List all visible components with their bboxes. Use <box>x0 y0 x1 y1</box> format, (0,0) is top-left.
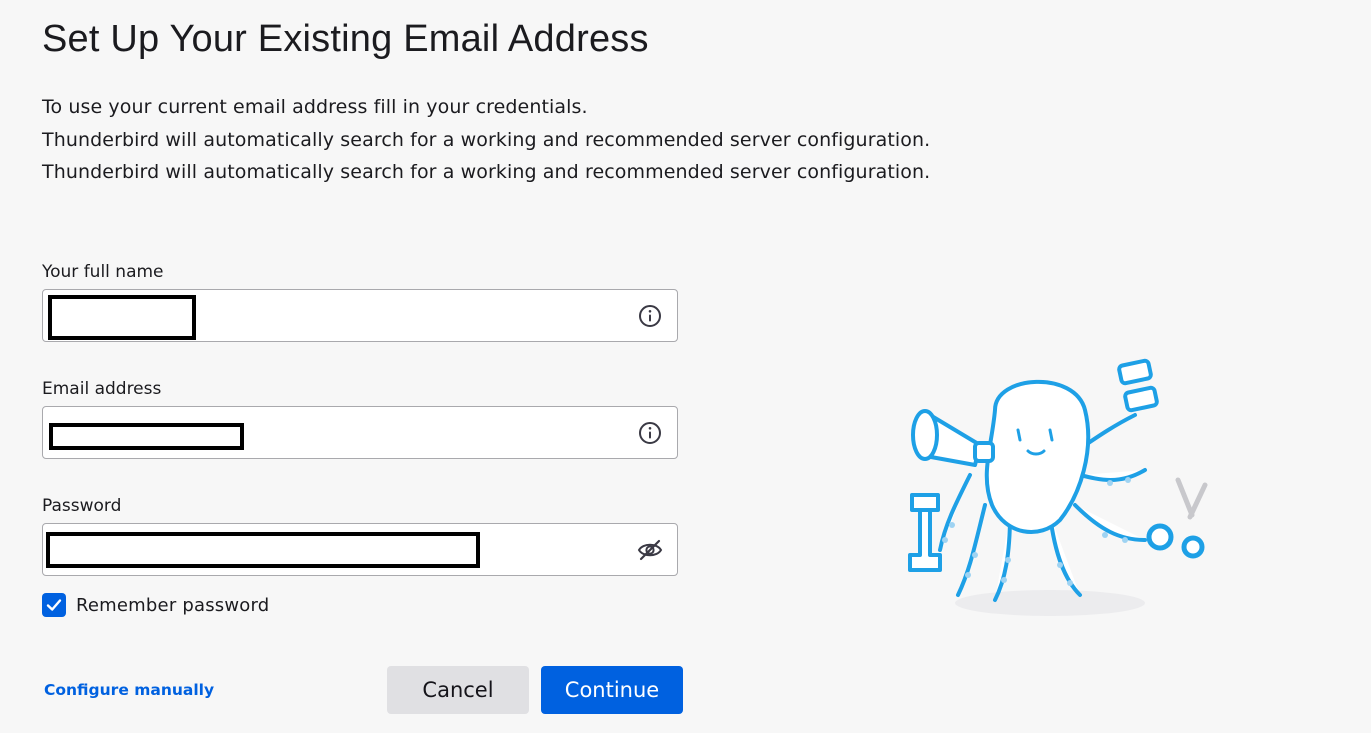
octopus-illustration <box>908 358 1208 616</box>
info-icon[interactable] <box>637 420 663 446</box>
checkmark-icon <box>46 599 62 611</box>
description-line-1: To use your current email address fill i… <box>42 96 588 118</box>
description: To use your current email address fill i… <box>42 91 930 189</box>
info-icon[interactable] <box>637 303 663 329</box>
full-name-field-container <box>42 289 678 342</box>
description-line-2: Thunderbird will automatically search fo… <box>42 128 931 151</box>
email-label: Email address <box>42 379 162 399</box>
description-line-3: Thunderbird will automatically search fo… <box>42 161 931 183</box>
configure-manually-link[interactable]: Configure manually <box>44 681 214 699</box>
page-title: Set Up Your Existing Email Address <box>42 18 649 60</box>
eye-slash-icon[interactable] <box>637 537 663 563</box>
full-name-label: Your full name <box>42 262 164 282</box>
redacted-name <box>48 295 196 340</box>
remember-password-row[interactable]: Remember password <box>42 593 269 617</box>
password-label: Password <box>42 496 122 516</box>
password-field-container <box>42 523 678 576</box>
redacted-password <box>46 532 480 568</box>
cancel-button[interactable]: Cancel <box>387 666 529 714</box>
email-field-container <box>42 406 678 459</box>
continue-button[interactable]: Continue <box>541 666 683 714</box>
redacted-email <box>49 423 244 450</box>
remember-password-label: Remember password <box>76 594 270 616</box>
remember-password-checkbox[interactable] <box>42 593 66 617</box>
